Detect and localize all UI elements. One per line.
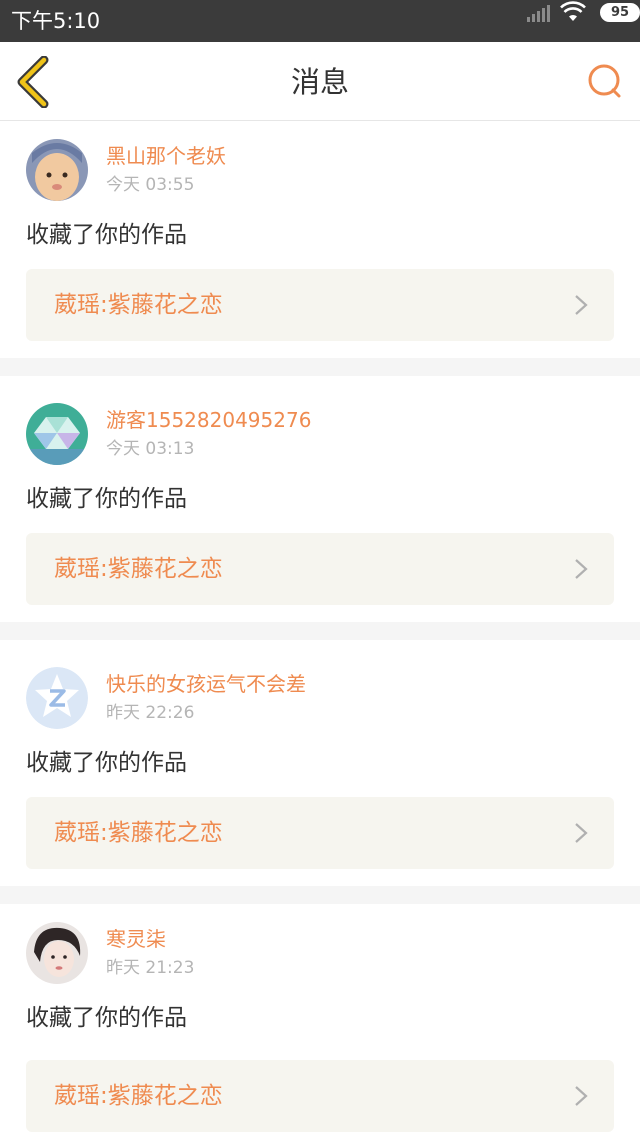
timestamp: 今天 03:55 (106, 175, 195, 195)
work-title: 葳瑶:紫藤花之恋 (54, 1083, 223, 1109)
timestamp: 今天 03:13 (106, 439, 195, 459)
work-link[interactable]: 葳瑶:紫藤花之恋 (26, 1060, 614, 1132)
avatar[interactable] (26, 922, 88, 984)
status-time: 下午5:10 (11, 9, 101, 33)
timestamp: 昨天 21:23 (106, 958, 195, 978)
battery-level: 95 (610, 5, 630, 20)
chevron-right-icon (575, 823, 588, 843)
work-title: 葳瑶:紫藤花之恋 (54, 820, 223, 846)
timestamp: 昨天 22:26 (106, 703, 195, 723)
avatar[interactable] (26, 139, 88, 201)
search-icon (588, 64, 621, 98)
action-text: 收藏了你的作品 (26, 1005, 187, 1031)
action-text: 收藏了你的作品 (26, 486, 187, 512)
chevron-right-icon (575, 1086, 588, 1106)
message-card: 游客1552820495276 今天 03:13 收藏了你的作品 葳瑶:紫藤花之… (0, 385, 640, 622)
signal-icon (527, 5, 550, 22)
username[interactable]: 游客1552820495276 (106, 407, 311, 433)
username[interactable]: 黑山那个老妖 (106, 143, 226, 169)
wifi-icon (560, 1, 586, 21)
message-card: 寒灵柒 昨天 21:23 收藏了你的作品 葳瑶:紫藤花之恋 (0, 904, 640, 1141)
page-title: 消息 (290, 65, 349, 99)
chevron-right-icon (575, 295, 588, 315)
work-link[interactable]: 葳瑶:紫藤花之恋 (26, 269, 614, 341)
username[interactable]: 寒灵柒 (106, 926, 166, 952)
chevron-right-icon (575, 559, 588, 579)
username[interactable]: 快乐的女孩运气不会差 (106, 671, 306, 697)
card-divider (0, 622, 640, 640)
card-divider (0, 886, 640, 904)
message-card: 黑山那个老妖 今天 03:55 收藏了你的作品 葳瑶:紫藤花之恋 (0, 121, 640, 358)
action-text: 收藏了你的作品 (26, 222, 187, 248)
status-bar: 下午5:10 95 (0, 0, 640, 42)
search-button[interactable] (586, 62, 624, 100)
card-divider (0, 358, 640, 376)
avatar[interactable] (26, 667, 88, 729)
work-link[interactable]: 葳瑶:紫藤花之恋 (26, 797, 614, 869)
work-title: 葳瑶:紫藤花之恋 (54, 556, 223, 582)
action-text: 收藏了你的作品 (26, 750, 187, 776)
work-link[interactable]: 葳瑶:紫藤花之恋 (26, 533, 614, 605)
avatar[interactable] (26, 403, 88, 465)
header-bar: 消息 (0, 42, 640, 121)
battery-icon: 95 (600, 3, 640, 22)
work-title: 葳瑶:紫藤花之恋 (54, 292, 223, 318)
message-card: 快乐的女孩运气不会差 昨天 22:26 收藏了你的作品 葳瑶:紫藤花之恋 (0, 649, 640, 886)
